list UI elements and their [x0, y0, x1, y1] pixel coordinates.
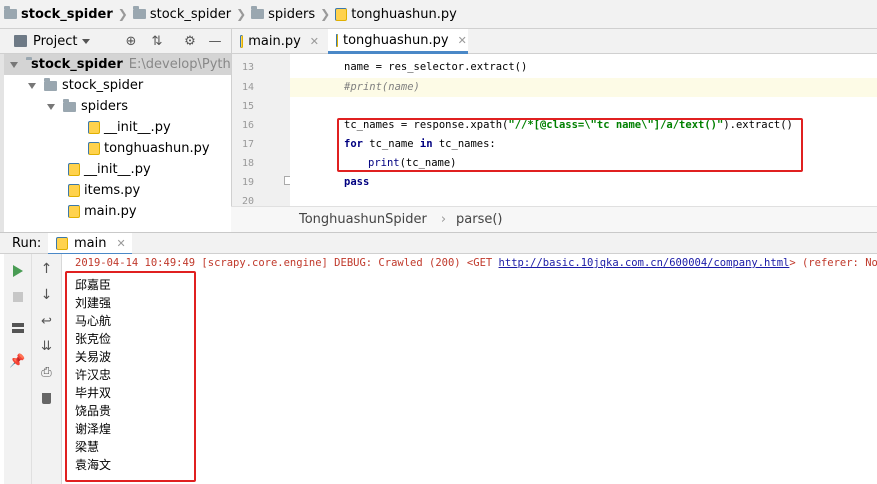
close-icon[interactable]: ✕: [310, 35, 319, 48]
up-arrow-icon[interactable]: ↑: [40, 261, 54, 277]
project-panel-title[interactable]: Project: [33, 34, 77, 49]
tree-item-package-init[interactable]: __init__.py: [4, 159, 231, 180]
editor-breadcrumb: TonghuashunSpider › parse(): [231, 206, 877, 232]
python-file-icon: [68, 163, 80, 176]
project-tree: stock_spider E:\develop\Python stock_spi…: [4, 54, 231, 232]
highlight-box-code: [337, 118, 803, 172]
breadcrumb-item-spiders[interactable]: spiders: [251, 6, 315, 22]
expand-arrow-icon[interactable]: [47, 103, 55, 110]
chevron-right-icon: ❯: [320, 7, 331, 21]
close-icon[interactable]: ✕: [116, 237, 125, 250]
python-file-icon: [88, 142, 100, 155]
tree-item-tonghuashun[interactable]: tonghuashun.py: [4, 138, 231, 159]
gear-icon[interactable]: ⚙: [182, 33, 198, 49]
editor-gutter: 13 14 15 16 17 18 19 20: [231, 54, 293, 207]
code-line-19: pass: [344, 176, 370, 188]
line-number: 17: [241, 139, 254, 150]
code-line-13: name = res_selector.extract(): [344, 61, 528, 73]
run-panel-header: Run: main ✕: [0, 232, 877, 255]
python-file-icon: [335, 7, 348, 21]
tree-item-items[interactable]: items.py: [4, 180, 231, 201]
close-icon[interactable]: ✕: [458, 34, 467, 47]
breadcrumb-item-package[interactable]: stock_spider: [132, 6, 231, 22]
folder-icon: [251, 6, 265, 19]
line-number: 15: [241, 101, 254, 112]
python-file-icon: [68, 205, 80, 218]
pin-icon[interactable]: 📌: [9, 354, 25, 369]
run-toolbar-secondary: ↑ ↓ ↩ ⇊ ⎙: [32, 254, 62, 484]
folder-icon: [63, 98, 76, 112]
run-tab-main[interactable]: main ✕: [48, 233, 132, 255]
breadcrumb: stock_spider ❯ stock_spider ❯ spiders ❯ …: [0, 0, 877, 29]
run-toolbar-primary: 📌: [4, 254, 32, 484]
chevron-right-icon: ❯: [117, 7, 128, 21]
expand-arrow-icon[interactable]: [28, 82, 36, 89]
wrap-icon[interactable]: ↩: [40, 314, 54, 329]
minimize-icon[interactable]: —: [207, 33, 223, 49]
line-number: 19: [241, 177, 254, 188]
crumb-method[interactable]: parse(): [456, 212, 502, 227]
line-number: 18: [241, 158, 254, 169]
tab-tonghuashun-py[interactable]: tonghuashun.py ✕: [328, 29, 468, 54]
folder-icon: [44, 77, 57, 91]
chevron-down-icon[interactable]: [82, 39, 90, 44]
console-output[interactable]: 2019-04-14 10:49:49 [scrapy.core.engine]…: [62, 254, 877, 484]
python-file-icon: [88, 121, 100, 134]
breadcrumb-item-file[interactable]: tonghuashun.py: [335, 7, 457, 22]
chevron-right-icon: ❯: [236, 7, 247, 21]
scroll-end-icon[interactable]: ⇊: [40, 339, 54, 354]
code-editor[interactable]: name = res_selector.extract() #print(nam…: [290, 54, 877, 206]
project-panel-header: Project ⊕ ⇅ ⚙ —: [0, 29, 231, 54]
collapse-icon[interactable]: ⇅: [149, 33, 165, 49]
tree-item-spiders[interactable]: spiders: [4, 96, 231, 117]
python-file-icon: [56, 236, 68, 250]
tree-item-spiders-init[interactable]: __init__.py: [4, 117, 231, 138]
code-line-14: #print(name): [344, 81, 420, 93]
stop-icon[interactable]: [11, 290, 25, 304]
folder-icon: [132, 6, 146, 19]
editor-tab-bar: main.py ✕ tonghuashun.py ✕: [231, 29, 877, 54]
run-label: Run:: [12, 236, 42, 251]
tree-item-stock-spider-root[interactable]: stock_spider E:\develop\Python: [4, 54, 231, 75]
tree-item-main[interactable]: main.py: [4, 201, 231, 222]
line-number: 14: [241, 82, 254, 93]
run-icon[interactable]: [11, 264, 25, 278]
tree-item-stock-spider[interactable]: stock_spider: [4, 75, 231, 96]
folder-icon: [4, 6, 17, 19]
line-number: 16: [241, 120, 254, 131]
highlight-box-output: [65, 271, 196, 482]
down-arrow-icon[interactable]: ↓: [40, 287, 54, 303]
chevron-right-icon: ›: [440, 212, 447, 227]
target-icon[interactable]: ⊕: [123, 33, 139, 49]
project-window-icon: [14, 35, 27, 47]
crawled-url-link[interactable]: http://basic.10jqka.com.cn/600004/compan…: [499, 257, 790, 269]
expand-arrow-icon[interactable]: [10, 61, 18, 68]
debug-log-line: 2019-04-14 10:49:49 [scrapy.core.engine]…: [75, 257, 877, 269]
print-icon[interactable]: ⎙: [40, 365, 54, 380]
crumb-class[interactable]: TonghuashunSpider: [299, 212, 427, 227]
python-file-icon: [336, 33, 338, 47]
line-number: 13: [241, 62, 254, 73]
trash-icon[interactable]: [40, 391, 54, 405]
layout-icon[interactable]: [11, 321, 25, 335]
python-file-icon: [240, 35, 244, 48]
breadcrumb-item-root[interactable]: stock_spider: [4, 6, 113, 22]
tab-main-py[interactable]: main.py ✕: [232, 29, 327, 54]
python-file-icon: [68, 184, 80, 197]
